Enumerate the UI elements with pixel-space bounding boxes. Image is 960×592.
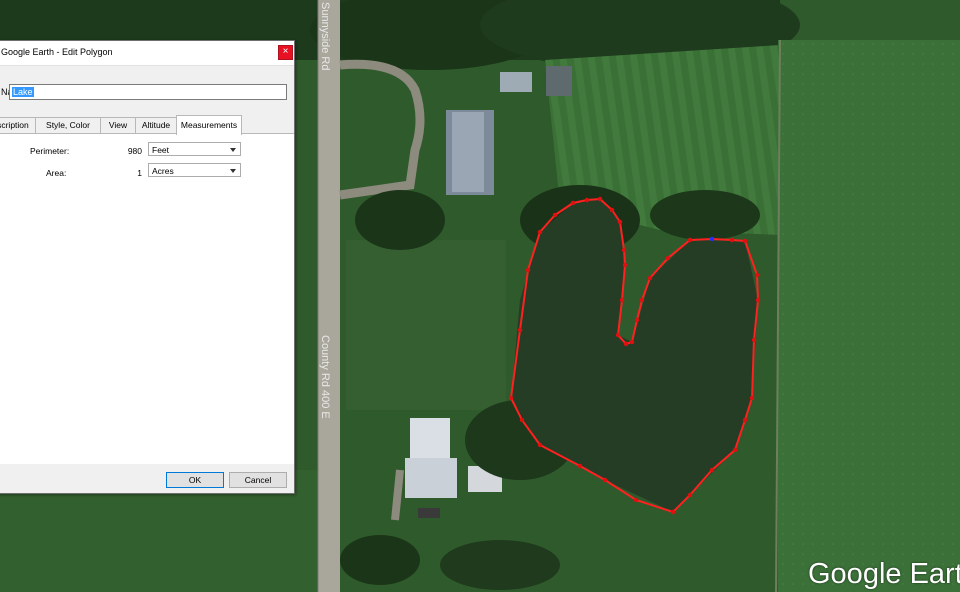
polygon-vertex[interactable] bbox=[729, 237, 735, 243]
polygon-vertex[interactable] bbox=[619, 297, 625, 303]
polygon-vertex[interactable] bbox=[742, 238, 748, 244]
area-unit: Acres bbox=[152, 166, 174, 176]
polygon-vertex[interactable] bbox=[609, 207, 615, 213]
polygon-vertex[interactable] bbox=[570, 200, 576, 206]
polygon-vertex[interactable] bbox=[623, 341, 629, 347]
dialog-titlebar[interactable]: Google Earth - Edit Polygon × bbox=[0, 41, 294, 66]
barn-roof-lower bbox=[405, 458, 457, 498]
polygon-vertex[interactable] bbox=[687, 492, 693, 498]
polygon-vertex[interactable] bbox=[639, 297, 645, 303]
polygon-vertex[interactable] bbox=[621, 247, 627, 253]
tab-view[interactable]: View bbox=[100, 117, 136, 133]
shed bbox=[500, 72, 532, 92]
road-label-county-rd: County Rd 400 E bbox=[319, 335, 331, 419]
polygon-vertex[interactable] bbox=[617, 219, 623, 225]
polygon-vertex[interactable] bbox=[584, 197, 590, 203]
polygon-vertex[interactable] bbox=[552, 212, 558, 218]
field-left-strip bbox=[346, 240, 506, 410]
name-input[interactable]: Lake bbox=[9, 84, 287, 100]
polygon-vertex[interactable] bbox=[615, 332, 621, 338]
driveway-south bbox=[391, 469, 404, 521]
polygon-vertex[interactable] bbox=[709, 467, 715, 473]
tab-measurements[interactable]: Measurements bbox=[176, 115, 242, 135]
tab-description[interactable]: Description bbox=[0, 117, 36, 133]
tree-cluster bbox=[440, 540, 560, 590]
perimeter-unit-select[interactable]: Feet bbox=[148, 142, 241, 156]
vehicle bbox=[418, 508, 440, 518]
polygon-vertex[interactable] bbox=[519, 417, 525, 423]
polygon-vertex[interactable] bbox=[602, 477, 608, 483]
perimeter-label: Perimeter: bbox=[30, 146, 70, 156]
polygon-vertex[interactable] bbox=[517, 327, 523, 333]
name-row: Name: Lake bbox=[0, 82, 294, 102]
road-county-rd-400e bbox=[318, 0, 340, 592]
polygon-vertex[interactable] bbox=[751, 337, 757, 343]
name-input-value: Lake bbox=[12, 87, 34, 97]
tree-cluster bbox=[340, 535, 420, 585]
polygon-vertex[interactable] bbox=[665, 255, 671, 261]
polygon-vertex[interactable] bbox=[687, 237, 693, 243]
polygon-vertex[interactable] bbox=[647, 275, 653, 281]
barn-roof bbox=[410, 418, 450, 458]
polygon-vertex[interactable] bbox=[525, 267, 531, 273]
polygon-vertex-selected[interactable] bbox=[709, 236, 715, 242]
perimeter-unit: Feet bbox=[152, 145, 170, 155]
area-label: Area: bbox=[46, 168, 67, 178]
tree-cluster bbox=[355, 190, 445, 250]
polygon-vertex[interactable] bbox=[670, 509, 676, 515]
close-icon[interactable]: × bbox=[278, 45, 293, 60]
area-unit-select[interactable]: Acres bbox=[148, 163, 241, 177]
polygon-vertex[interactable] bbox=[755, 297, 761, 303]
field-east bbox=[778, 40, 960, 592]
polygon-vertex[interactable] bbox=[633, 497, 639, 503]
polygon-vertex[interactable] bbox=[749, 395, 755, 401]
cancel-button[interactable]: Cancel bbox=[229, 472, 287, 488]
tab-altitude[interactable]: Altitude bbox=[135, 117, 177, 133]
shed bbox=[546, 66, 572, 96]
polygon-vertex[interactable] bbox=[508, 395, 514, 401]
polygon-vertex[interactable] bbox=[629, 339, 635, 345]
house-roof-ridge bbox=[452, 112, 484, 192]
polygon-vertex[interactable] bbox=[577, 463, 583, 469]
polygon-vertex[interactable] bbox=[634, 317, 640, 323]
measurements-panel: Perimeter: 980 Feet Area: 1 Acres bbox=[0, 134, 294, 464]
edit-polygon-dialog: Google Earth - Edit Polygon × Name: Lake… bbox=[0, 40, 295, 494]
ok-button[interactable]: OK bbox=[166, 472, 224, 488]
tree-cluster bbox=[650, 190, 760, 240]
perimeter-value: 980 bbox=[127, 146, 142, 156]
polygon-vertex[interactable] bbox=[597, 196, 603, 202]
polygon-vertex[interactable] bbox=[732, 447, 738, 453]
dialog-title: Google Earth - Edit Polygon bbox=[1, 47, 113, 57]
area-value: 1 bbox=[137, 168, 142, 178]
polygon-vertex[interactable] bbox=[537, 442, 543, 448]
dialog-tabs: Description Style, Color View Altitude M… bbox=[0, 115, 294, 135]
chevron-down-icon bbox=[230, 169, 236, 173]
road-label-sunnyside: Sunnyside Rd bbox=[319, 2, 331, 71]
polygon-vertex[interactable] bbox=[537, 229, 543, 235]
polygon-vertex[interactable] bbox=[754, 272, 760, 278]
chevron-down-icon bbox=[230, 148, 236, 152]
polygon-vertex[interactable] bbox=[742, 417, 748, 423]
polygon-vertex[interactable] bbox=[622, 262, 628, 268]
tab-style-color[interactable]: Style, Color bbox=[35, 117, 101, 133]
google-earth-watermark: Google Earth bbox=[808, 558, 960, 590]
